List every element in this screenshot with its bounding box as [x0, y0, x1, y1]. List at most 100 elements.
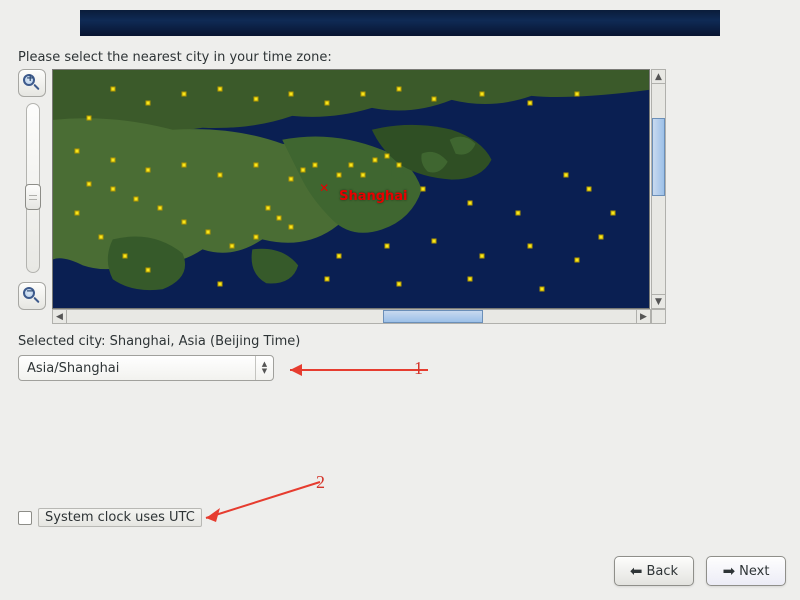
city-dot[interactable] [217, 172, 222, 177]
city-dot[interactable] [146, 167, 151, 172]
zoom-in-icon: + [23, 74, 41, 92]
city-dot[interactable] [253, 96, 258, 101]
city-dot[interactable] [205, 229, 210, 234]
city-dot[interactable] [611, 210, 616, 215]
city-dot[interactable] [74, 210, 79, 215]
map-frame: Shanghai ▲ ▼ ◀ ▶ [52, 69, 666, 324]
city-dot[interactable] [110, 87, 115, 92]
combobox-spinner-icon[interactable]: ▲▼ [255, 356, 273, 380]
timezone-map[interactable]: Shanghai [52, 69, 650, 309]
city-dot[interactable] [575, 258, 580, 263]
back-button-label: Back [647, 564, 679, 579]
city-dot[interactable] [515, 210, 520, 215]
city-dot[interactable] [599, 234, 604, 239]
city-dot[interactable] [110, 158, 115, 163]
city-dot[interactable] [158, 206, 163, 211]
timezone-map-container: + − [18, 69, 666, 324]
city-dot[interactable] [432, 239, 437, 244]
city-dot[interactable] [527, 101, 532, 106]
map-vscroll-thumb[interactable] [652, 118, 665, 196]
city-dot[interactable] [110, 187, 115, 192]
next-button[interactable]: ➡ Next [706, 556, 786, 586]
city-dot[interactable] [360, 91, 365, 96]
city-dot[interactable] [396, 282, 401, 287]
city-dot[interactable] [480, 253, 485, 258]
map-hscroll-thumb[interactable] [383, 310, 483, 323]
utc-checkbox-label[interactable]: System clock uses UTC [38, 508, 202, 527]
zoom-out-button[interactable]: − [18, 282, 46, 310]
city-dot[interactable] [468, 277, 473, 282]
selected-city-marker [322, 186, 332, 196]
map-horizontal-scrollbar[interactable]: ◀ ▶ [52, 309, 651, 324]
city-dot[interactable] [253, 234, 258, 239]
city-dot[interactable] [372, 158, 377, 163]
city-dot[interactable] [146, 267, 151, 272]
city-dot[interactable] [289, 225, 294, 230]
city-dot[interactable] [384, 244, 389, 249]
city-dot[interactable] [289, 177, 294, 182]
city-dot[interactable] [384, 153, 389, 158]
city-dot[interactable] [420, 187, 425, 192]
scroll-left-icon[interactable]: ◀ [53, 310, 67, 323]
city-dot[interactable] [527, 244, 532, 249]
timezone-value: Asia/Shanghai [19, 361, 255, 376]
selected-city-map-label: Shanghai [339, 189, 407, 204]
city-dot[interactable] [396, 163, 401, 168]
scroll-right-icon[interactable]: ▶ [636, 310, 650, 323]
header-banner [80, 10, 720, 36]
zoom-out-icon: − [23, 287, 41, 305]
map-vertical-scrollbar[interactable]: ▲ ▼ [651, 69, 666, 309]
city-dot[interactable] [217, 87, 222, 92]
city-dot[interactable] [360, 172, 365, 177]
city-dot[interactable] [587, 187, 592, 192]
city-dot[interactable] [182, 91, 187, 96]
content-area: Please select the nearest city in your t… [18, 50, 782, 381]
scroll-down-icon[interactable]: ▼ [652, 294, 665, 308]
city-dot[interactable] [98, 234, 103, 239]
arrow-left-icon: ⬅ [630, 564, 643, 579]
zoom-in-button[interactable]: + [18, 69, 46, 97]
scroll-up-icon[interactable]: ▲ [652, 70, 665, 84]
timezone-combobox[interactable]: Asia/Shanghai ▲▼ [18, 355, 274, 381]
city-dot[interactable] [337, 172, 342, 177]
zoom-slider-thumb[interactable] [25, 184, 41, 210]
city-dot[interactable] [432, 96, 437, 101]
wizard-nav: ⬅ Back ➡ Next [614, 556, 786, 586]
city-dot[interactable] [396, 87, 401, 92]
city-dot[interactable] [575, 91, 580, 96]
city-dot[interactable] [277, 215, 282, 220]
zoom-slider-track[interactable] [26, 103, 40, 273]
selected-city-text: Selected city: Shanghai, Asia (Beijing T… [18, 334, 782, 349]
city-dot[interactable] [86, 115, 91, 120]
arrow-right-icon: ➡ [723, 564, 736, 579]
city-dot[interactable] [325, 101, 330, 106]
annotation-label-2: 2 [316, 472, 325, 493]
utc-checkbox[interactable] [18, 511, 32, 525]
city-dot[interactable] [539, 286, 544, 291]
back-button[interactable]: ⬅ Back [614, 556, 694, 586]
annotation-arrow-2 [194, 476, 334, 530]
city-dot[interactable] [74, 148, 79, 153]
next-button-label: Next [739, 564, 769, 579]
city-dot[interactable] [468, 201, 473, 206]
city-dot[interactable] [301, 167, 306, 172]
city-dot[interactable] [229, 244, 234, 249]
utc-row: System clock uses UTC [18, 508, 202, 527]
city-dot[interactable] [146, 101, 151, 106]
city-dot[interactable] [563, 172, 568, 177]
city-dot[interactable] [134, 196, 139, 201]
city-dot[interactable] [337, 253, 342, 258]
city-dot[interactable] [217, 282, 222, 287]
city-dot[interactable] [182, 163, 187, 168]
timezone-prompt: Please select the nearest city in your t… [18, 50, 782, 65]
city-dot[interactable] [313, 163, 318, 168]
city-dot[interactable] [325, 277, 330, 282]
city-dot[interactable] [480, 91, 485, 96]
city-dot[interactable] [122, 253, 127, 258]
city-dot[interactable] [253, 163, 258, 168]
city-dot[interactable] [182, 220, 187, 225]
city-dot[interactable] [349, 163, 354, 168]
city-dot[interactable] [86, 182, 91, 187]
city-dot[interactable] [289, 91, 294, 96]
city-dot[interactable] [265, 206, 270, 211]
